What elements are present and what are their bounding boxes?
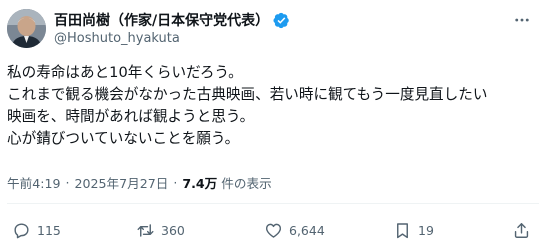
author-name-row: 百田尚樹（作家/日本保守党代表）: [54, 10, 290, 30]
views-label: 件の表示: [221, 176, 272, 191]
author-handle[interactable]: @Hoshuto_hyakuta: [54, 31, 180, 46]
bookmark-button[interactable]: 19: [393, 218, 434, 242]
share-icon: [514, 222, 529, 238]
reply-count: 115: [37, 222, 61, 238]
repost-icon: [137, 223, 154, 237]
like-icon: [265, 223, 282, 238]
post-time[interactable]: 午前4:19: [7, 173, 60, 192]
more-options-button[interactable]: [512, 10, 532, 30]
bookmark-icon: [397, 222, 408, 238]
author-avatar[interactable]: [7, 9, 46, 48]
bookmark-count: 19: [418, 222, 434, 238]
action-bar: 115 360 6,644 19: [0, 218, 546, 242]
like-button[interactable]: 6,644: [264, 218, 325, 242]
reply-button[interactable]: 115: [12, 218, 61, 242]
repost-count: 360: [161, 222, 185, 238]
post-line: 心が錆びついていないことを願う。: [7, 130, 240, 147]
meta-separator: ·: [173, 175, 178, 190]
verified-badge-icon[interactable]: [273, 12, 290, 29]
post-text: 私の寿命はあと10年くらいだろう。 これまで観る機会がなかった古典映画、若い時に…: [7, 62, 539, 150]
meta-separator: ·: [65, 175, 70, 190]
views-count: 7.4万: [182, 176, 218, 191]
post-line: これまで観る機会がなかった古典映画、若い時に観てもう一度見直したい: [7, 86, 488, 103]
like-count: 6,644: [289, 222, 325, 238]
post-date[interactable]: 2025年7月27日: [74, 173, 168, 192]
post-meta: 午前4:19 · 2025年7月27日 · 7.4万 件の表示: [7, 173, 272, 192]
share-button[interactable]: [512, 218, 531, 242]
more-icon: [515, 18, 529, 22]
post-line: 映画を、時間があれば観ようと思う。: [7, 108, 255, 125]
repost-button[interactable]: 360: [136, 218, 185, 242]
author-display-name[interactable]: 百田尚樹（作家/日本保守党代表）: [54, 10, 269, 30]
post-line: 私の寿命はあと10年くらいだろう。: [7, 64, 243, 81]
divider: [7, 203, 539, 204]
reply-icon: [14, 222, 29, 238]
